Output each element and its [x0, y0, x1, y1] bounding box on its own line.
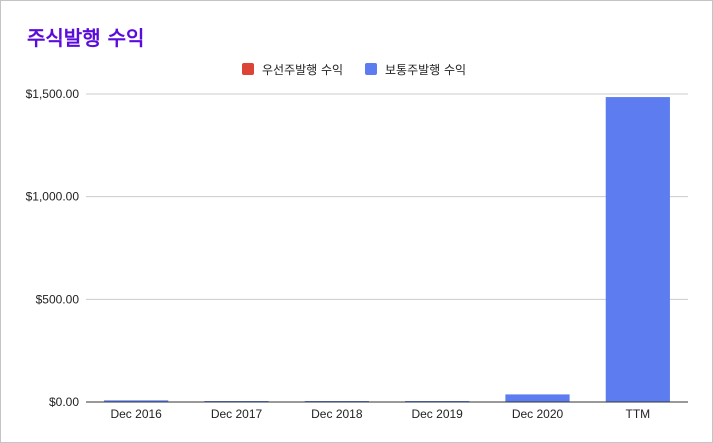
- x-tick-label-5: TTM: [626, 407, 651, 421]
- x-tick-label-2: Dec 2018: [311, 407, 363, 421]
- bar-series1-5[interactable]: [605, 97, 670, 402]
- x-tick-label-4: Dec 2020: [512, 407, 564, 421]
- plot-area: $0.00 $500.00 $1,000.00 $1,500.00 Dec 2016 De…: [26, 87, 688, 421]
- x-tick-label-1: Dec 2017: [211, 407, 263, 421]
- x-tick-label-0: Dec 2016: [110, 407, 162, 421]
- y-tick-label-2: $1,000.00: [26, 190, 80, 204]
- y-tick-label-3: $1,500.00: [26, 87, 80, 101]
- y-tick-label-1: $500.00: [36, 292, 80, 306]
- bar-series1-4[interactable]: [505, 394, 570, 402]
- y-tick-label-0: $0.00: [49, 395, 79, 409]
- x-tick-label-3: Dec 2019: [411, 407, 463, 421]
